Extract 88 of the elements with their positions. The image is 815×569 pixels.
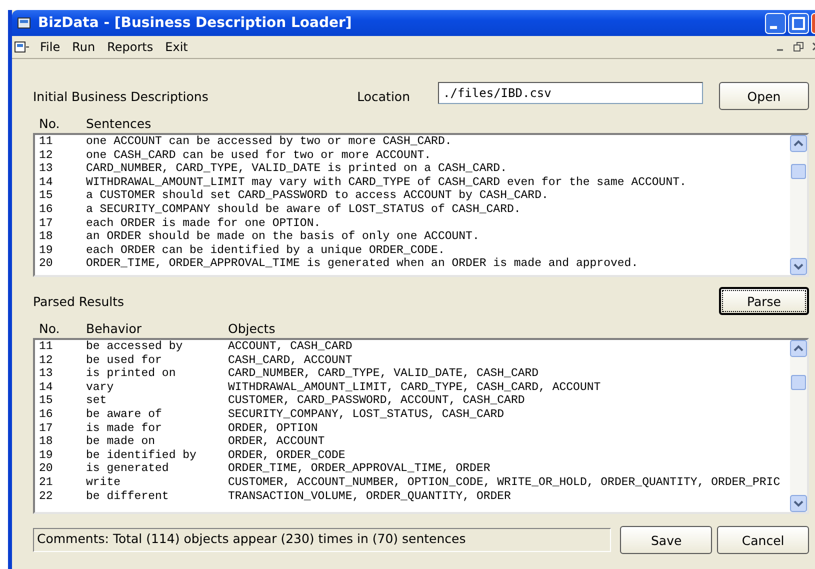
scroll-thumb[interactable] <box>791 164 806 179</box>
action-button[interactable]: Cancel <box>717 526 809 554</box>
scrollbar[interactable] <box>790 135 807 275</box>
objects-text: SECURITY_COMPANY, LOST_STATUS, CASH_CARD <box>228 408 504 422</box>
row-number: 20 <box>39 462 54 476</box>
sentence-text: ORDER_TIME, ORDER_APPROVAL_TIME is generated when an ORDER is made and approved. <box>86 257 638 271</box>
row-number: 16 <box>39 408 54 422</box>
document-icon <box>14 39 30 55</box>
sentence-text: an ORDER should be made on the basis of only one ACCOUNT. <box>86 230 480 244</box>
sentence-text: a SECURITY_COMPANY should be aware of LOST_STATUS of CASH_CARD. <box>86 202 521 217</box>
row-number: 11 <box>39 340 54 354</box>
row-number: 15 <box>39 189 54 203</box>
scroll-up-icon[interactable] <box>790 340 807 357</box>
objects-text: CARD_NUMBER, CARD_TYPE, VALID_DATE, CASH_CARD <box>228 367 539 381</box>
column-header: Objects <box>228 321 276 336</box>
section-label: Initial Business Descriptions <box>33 88 210 104</box>
open-button[interactable]: Open <box>719 82 809 110</box>
sentence-text: one ACCOUNT can be accessed by two or more CASH_CARD. <box>86 135 452 149</box>
behavior-text: be identified by <box>86 448 198 462</box>
objects-text: ORDER, OPTION <box>228 422 318 436</box>
behavior-text: set <box>86 394 108 408</box>
menu-item[interactable]: Exit <box>159 38 194 56</box>
row-number: 20 <box>39 257 54 271</box>
row-number: 12 <box>39 148 54 162</box>
row-number: 13 <box>39 367 54 381</box>
menu-item[interactable]: File <box>34 38 66 56</box>
sentence-text: each ORDER is made for one OPTION. <box>86 216 321 230</box>
objects-text: CUSTOMER, CARD_PASSWORD, ACCOUNT, CASH_CARD <box>228 394 525 408</box>
action-button[interactable]: Save <box>620 526 712 554</box>
maximize-icon[interactable] <box>788 12 809 34</box>
objects-text: ACCOUNT, CASH_CARD <box>228 340 352 354</box>
row-number: 17 <box>39 216 54 230</box>
objects-text: ORDER, ORDER_CODE <box>228 448 346 462</box>
comments-field: Comments: Total (114) objects appear (230) times in (70) sentences <box>33 528 612 552</box>
row-number: 12 <box>39 354 54 368</box>
behavior-text: be different <box>86 490 170 504</box>
sentence-text: WITHDRAWAL_AMOUNT_LIMIT may vary with CARD_TYPE of CASH_CARD even for the same ACCOUNT. <box>86 176 686 190</box>
window-title: BizData - [Business Description Loader] <box>38 15 353 31</box>
scroll-thumb[interactable] <box>791 375 806 390</box>
scroll-down-icon[interactable] <box>790 258 807 275</box>
objects-text: CUSTOMER, ACCOUNT_NUMBER, OPTION_CODE, WRITE_OR_HOLD, ORDER_QUANTITY, ORDER_PRIC <box>228 476 780 490</box>
app-icon <box>16 15 32 31</box>
row-number: 19 <box>39 448 54 462</box>
scroll-up-icon[interactable] <box>790 135 807 152</box>
behavior-text: write <box>86 476 122 490</box>
section-label: Parsed Results <box>33 294 126 308</box>
row-number: 14 <box>39 176 54 190</box>
scroll-down-icon[interactable] <box>790 495 807 512</box>
row-number: 18 <box>39 230 54 244</box>
parse-button[interactable]: Parse <box>719 287 809 315</box>
objects-text: WITHDRAWAL_AMOUNT_LIMIT, CARD_TYPE, CASH_CARD, ACCOUNT <box>228 380 601 394</box>
location-label: Location <box>357 88 410 104</box>
behavior-text: be used for <box>86 354 163 368</box>
column-header: No. <box>39 321 61 336</box>
objects-text: CASH_CARD, ACCOUNT <box>228 354 352 368</box>
row-number: 11 <box>39 135 54 149</box>
row-number: 18 <box>39 435 54 449</box>
row-number: 16 <box>39 202 54 217</box>
row-number: 19 <box>39 244 54 258</box>
menu-item[interactable]: Run <box>66 38 102 56</box>
sentence-text: each ORDER can be identified by a unique ORDER_CODE. <box>86 244 445 258</box>
behavior-text: is printed on <box>86 367 177 381</box>
row-number: 13 <box>39 162 54 176</box>
restore-icon[interactable] <box>792 40 806 54</box>
row-number: 17 <box>39 422 54 436</box>
menu-item[interactable]: Reports <box>101 38 160 56</box>
column-header: Sentences <box>86 116 152 131</box>
column-header: Behavior <box>86 321 143 336</box>
sentence-text: one CASH_CARD can be used for two or more ACCOUNT. <box>86 148 432 162</box>
sentence-text: CARD_NUMBER, CARD_TYPE, VALID_DATE is printed on a CASH_CARD. <box>86 162 507 176</box>
objects-text: TRANSACTION_VOLUME, ORDER_QUANTITY, ORDER <box>228 490 511 504</box>
sentence-text: a CUSTOMER should set CARD_PASSWORD to access ACCOUNT by CASH_CARD. <box>86 189 548 203</box>
behavior-text: is generated <box>86 462 170 476</box>
location-field[interactable]: ./files/IBD.csv <box>438 82 703 104</box>
objects-text: ORDER_TIME, ORDER_APPROVAL_TIME, ORDER <box>228 462 490 476</box>
minimize-icon[interactable] <box>765 12 786 34</box>
column-header: No. <box>39 116 61 131</box>
behavior-text: be made on <box>86 435 156 449</box>
behavior-text: is made for <box>86 422 163 436</box>
row-number: 21 <box>39 476 54 490</box>
row-number: 14 <box>39 380 54 394</box>
row-number: 15 <box>39 394 54 408</box>
behavior-text: be accessed by <box>86 340 184 354</box>
scrollbar[interactable] <box>790 340 807 512</box>
row-number: 22 <box>39 490 54 504</box>
objects-text: ORDER, ACCOUNT <box>228 435 325 449</box>
behavior-text: vary <box>86 380 115 394</box>
behavior-text: be aware of <box>86 408 163 422</box>
